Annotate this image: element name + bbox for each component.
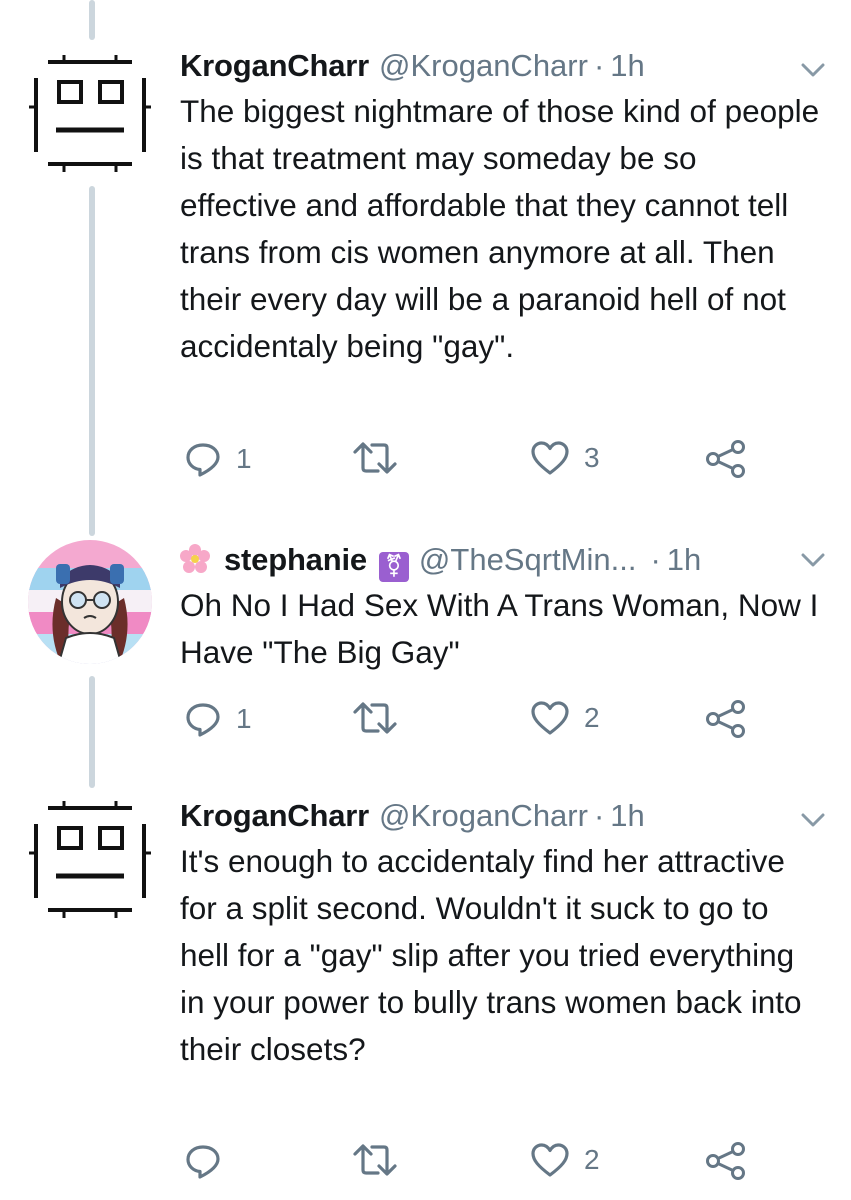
separator-dot: · bbox=[650, 542, 661, 577]
reply-icon bbox=[186, 443, 220, 477]
chevron-down-icon[interactable] bbox=[801, 552, 825, 568]
tweet-actions: 1 3 bbox=[180, 440, 780, 484]
tweet-3[interactable]: KroganCharr @KroganCharr · 1h It's enoug… bbox=[0, 770, 851, 1200]
reply-count: 1 bbox=[236, 443, 252, 474]
like-button[interactable]: 2 bbox=[530, 700, 600, 736]
robot-face-avatar-icon bbox=[29, 801, 151, 918]
retweet-button[interactable] bbox=[352, 440, 412, 476]
like-icon bbox=[531, 701, 569, 735]
drawn-character-avatar-icon bbox=[28, 540, 152, 664]
like-count: 2 bbox=[584, 1144, 600, 1175]
tweet-1[interactable]: KroganCharr @KroganCharr · 1h The bigges… bbox=[0, 0, 851, 500]
share-button[interactable] bbox=[704, 1142, 748, 1180]
avatar[interactable] bbox=[26, 538, 154, 666]
reply-button[interactable]: 1 bbox=[184, 700, 252, 738]
tweet-actions: 1 2 bbox=[180, 700, 780, 744]
transgender-symbol-icon: ⚧ bbox=[378, 551, 409, 582]
like-button[interactable]: 2 bbox=[530, 1142, 600, 1178]
retweet-button[interactable] bbox=[352, 1142, 412, 1178]
timestamp[interactable]: 1h bbox=[610, 48, 644, 84]
retweet-icon bbox=[353, 1144, 397, 1176]
retweet-button[interactable] bbox=[352, 700, 412, 736]
tweet-header: KroganCharr @KroganCharr · 1h bbox=[180, 48, 831, 88]
user-handle[interactable]: @TheSqrtMin... bbox=[419, 542, 637, 578]
reply-button[interactable] bbox=[184, 1142, 236, 1180]
avatar[interactable] bbox=[26, 52, 154, 180]
display-name[interactable]: KroganCharr bbox=[180, 48, 369, 84]
user-handle[interactable]: @KroganCharr bbox=[379, 48, 588, 84]
chevron-down-icon[interactable] bbox=[801, 812, 825, 828]
retweet-icon bbox=[353, 442, 397, 474]
tweet-2[interactable]: stephanie ⚧ @TheSqrtMin... · 1h Oh No I … bbox=[0, 500, 851, 770]
reply-count: 1 bbox=[236, 703, 252, 734]
tweet-actions: 2 bbox=[180, 1142, 780, 1186]
tweet-text: Oh No I Had Sex With A Trans Woman, Now … bbox=[180, 587, 819, 670]
reply-icon bbox=[186, 703, 220, 737]
like-count: 3 bbox=[584, 442, 600, 473]
timestamp[interactable]: 1h bbox=[667, 542, 701, 578]
tweet-header: stephanie ⚧ @TheSqrtMin... · 1h bbox=[180, 540, 831, 582]
reply-icon bbox=[186, 1145, 220, 1179]
share-button[interactable] bbox=[704, 440, 748, 478]
tweet-header: KroganCharr @KroganCharr · 1h bbox=[180, 798, 831, 838]
like-button[interactable]: 3 bbox=[530, 440, 600, 476]
separator-dot: · bbox=[593, 48, 605, 83]
tweet-text: It's enough to accidentaly find her attr… bbox=[180, 843, 802, 1067]
share-button[interactable] bbox=[704, 700, 748, 738]
avatar[interactable] bbox=[26, 798, 154, 926]
share-icon bbox=[706, 440, 745, 478]
user-handle[interactable]: @KroganCharr bbox=[379, 798, 588, 834]
retweet-icon bbox=[353, 702, 397, 734]
robot-face-avatar-icon bbox=[29, 55, 151, 172]
reply-button[interactable]: 1 bbox=[184, 440, 252, 478]
display-name[interactable]: KroganCharr bbox=[180, 798, 369, 834]
like-count: 2 bbox=[584, 702, 600, 733]
share-icon bbox=[706, 700, 745, 738]
timestamp[interactable]: 1h bbox=[610, 798, 644, 834]
chevron-down-icon[interactable] bbox=[801, 62, 825, 78]
separator-dot: · bbox=[593, 798, 605, 833]
cherry-blossom-icon bbox=[180, 544, 210, 573]
share-icon bbox=[706, 1142, 745, 1180]
like-icon bbox=[531, 441, 569, 475]
like-icon bbox=[531, 1143, 569, 1177]
display-name[interactable]: stephanie bbox=[224, 542, 367, 578]
tweet-text: The biggest nightmare of those kind of p… bbox=[180, 93, 820, 364]
